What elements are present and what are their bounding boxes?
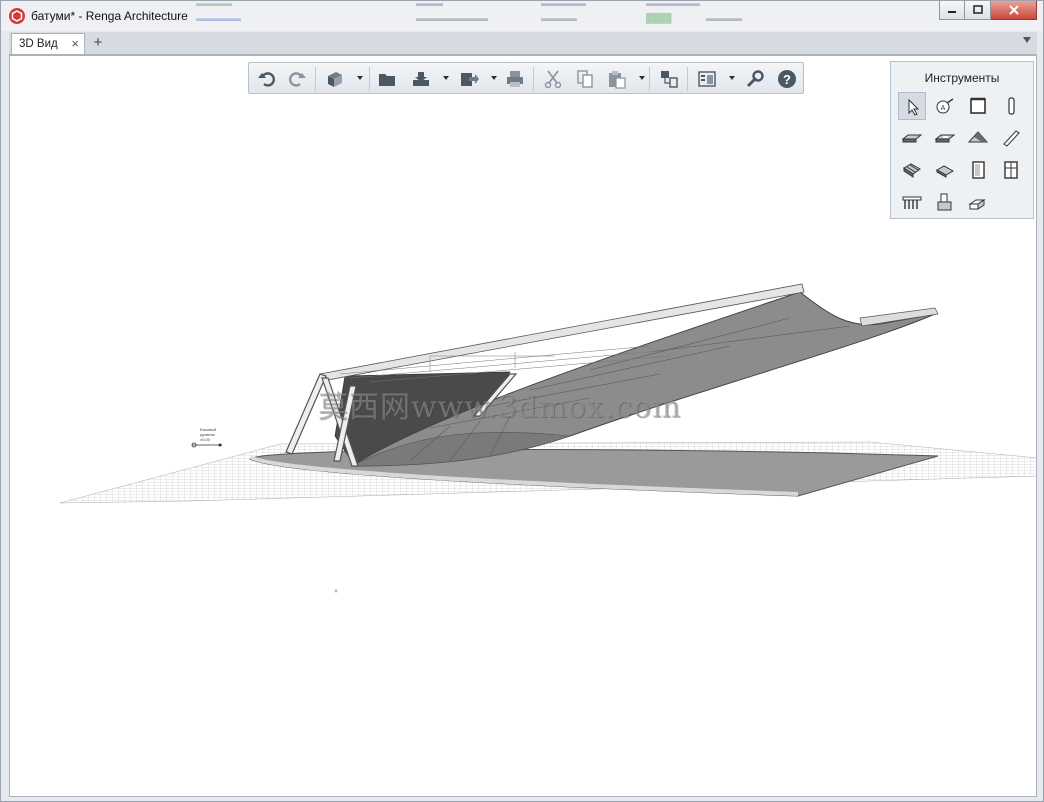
export-icon[interactable] xyxy=(459,69,479,89)
svg-text:A: A xyxy=(941,105,946,112)
layers-dropdown-icon[interactable] xyxy=(729,76,735,80)
redo-icon[interactable] xyxy=(287,69,307,89)
help-icon[interactable]: ? xyxy=(777,69,797,89)
level-marker xyxy=(191,442,222,448)
railing-icon xyxy=(902,196,922,209)
tab-3d-view[interactable]: 3D Вид × xyxy=(11,33,85,54)
layers-icon[interactable] xyxy=(697,69,717,89)
tab-close-icon[interactable]: × xyxy=(71,36,79,51)
tool-opening[interactable] xyxy=(931,124,959,152)
roof-icon xyxy=(968,131,988,143)
toolbar-separator xyxy=(649,67,650,91)
3d-model-scene[interactable] xyxy=(10,56,1037,797)
window-title: батуми* - Renga Architecture xyxy=(31,9,188,23)
settings-wrench-icon[interactable] xyxy=(745,69,765,89)
tool-wall[interactable] xyxy=(964,92,992,120)
close-icon xyxy=(1008,5,1019,15)
paste-dropdown-icon[interactable] xyxy=(639,76,645,80)
save-icon[interactable] xyxy=(411,69,431,89)
tab-label: 3D Вид xyxy=(19,38,58,50)
maximize-button[interactable] xyxy=(965,1,991,20)
paste-icon[interactable] xyxy=(607,69,627,89)
duct-icon xyxy=(968,199,986,210)
add-tab-button[interactable]: + xyxy=(87,33,109,53)
save-dropdown-icon[interactable] xyxy=(443,76,449,80)
open-folder-icon[interactable] xyxy=(377,69,397,89)
tool-ramp[interactable] xyxy=(931,156,959,184)
view-3d-icon[interactable] xyxy=(325,69,345,89)
tool-axis[interactable]: A xyxy=(931,92,959,120)
undo-icon[interactable] xyxy=(257,69,277,89)
project-browser-icon[interactable] xyxy=(659,69,679,89)
opening-icon xyxy=(935,134,955,143)
column-icon xyxy=(1008,97,1015,115)
beam-icon xyxy=(1003,130,1020,147)
toolbar-separator xyxy=(533,67,534,91)
window-icon xyxy=(1004,161,1018,179)
level-marker-line-3: ±0.00 xyxy=(200,437,210,442)
document-tab-bar: 3D Вид × + xyxy=(9,32,1037,55)
tool-window[interactable] xyxy=(997,156,1025,184)
toolbar-separator xyxy=(369,67,370,91)
watermark-text: 莫西网www.3dmox.com xyxy=(318,390,682,425)
slab-icon xyxy=(902,134,922,143)
maximize-icon xyxy=(972,5,983,14)
tool-equipment[interactable] xyxy=(931,188,959,216)
svg-text:?: ? xyxy=(783,72,791,87)
close-button[interactable] xyxy=(991,1,1037,20)
tool-railing[interactable] xyxy=(898,188,926,216)
equipment-icon xyxy=(937,193,952,211)
tool-duct[interactable] xyxy=(964,188,992,216)
cut-icon[interactable] xyxy=(543,69,563,89)
tool-beam[interactable] xyxy=(997,124,1025,152)
ramp-icon xyxy=(935,165,955,178)
origin-point xyxy=(334,589,338,593)
axis-grid-icon: A xyxy=(936,98,954,114)
main-toolbar: ? xyxy=(248,62,804,94)
level-marker-label: Базовый уровень ±0.00 xyxy=(200,427,216,442)
tool-column[interactable] xyxy=(997,92,1025,120)
renga-logo-icon xyxy=(9,8,25,24)
wall-icon xyxy=(970,97,986,114)
door-icon xyxy=(972,161,985,179)
window-controls xyxy=(939,1,1037,21)
3d-viewport[interactable]: Базовый уровень ±0.00 莫西网www.3dmox.com ?… xyxy=(9,55,1037,797)
minimize-icon xyxy=(948,11,956,13)
print-icon[interactable] xyxy=(505,69,525,89)
tab-list-dropdown-icon[interactable] xyxy=(1023,37,1031,43)
title-bar[interactable]: батуми* - Renga Architecture ▬▬▬▬ ▬▬▬▬▬ … xyxy=(1,1,1043,31)
export-dropdown-icon[interactable] xyxy=(491,76,497,80)
view-3d-dropdown-icon[interactable] xyxy=(357,76,363,80)
tool-door[interactable] xyxy=(964,156,992,184)
minimize-button[interactable] xyxy=(939,1,965,20)
select-arrow-icon xyxy=(908,98,920,116)
tools-panel: Инструменты A xyxy=(890,61,1034,219)
toolbar-separator xyxy=(687,67,688,91)
tools-panel-title: Инструменты xyxy=(924,71,1000,85)
toolbar-separator xyxy=(315,67,316,91)
background-window-ghost: ▬▬▬▬ ▬▬▬▬▬ ▬▬▬ ▬▬▬▬▬▬▬▬ ▬▬▬▬▬ ▬▬▬▬ ████ … xyxy=(196,1,742,23)
tool-stair[interactable] xyxy=(898,156,926,184)
tool-slab[interactable] xyxy=(898,124,926,152)
stair-icon xyxy=(903,163,921,178)
app-window: батуми* - Renga Architecture ▬▬▬▬ ▬▬▬▬▬ … xyxy=(0,0,1044,802)
tool-select[interactable] xyxy=(898,92,926,120)
copy-icon[interactable] xyxy=(575,69,595,89)
tool-roof[interactable] xyxy=(964,124,992,152)
